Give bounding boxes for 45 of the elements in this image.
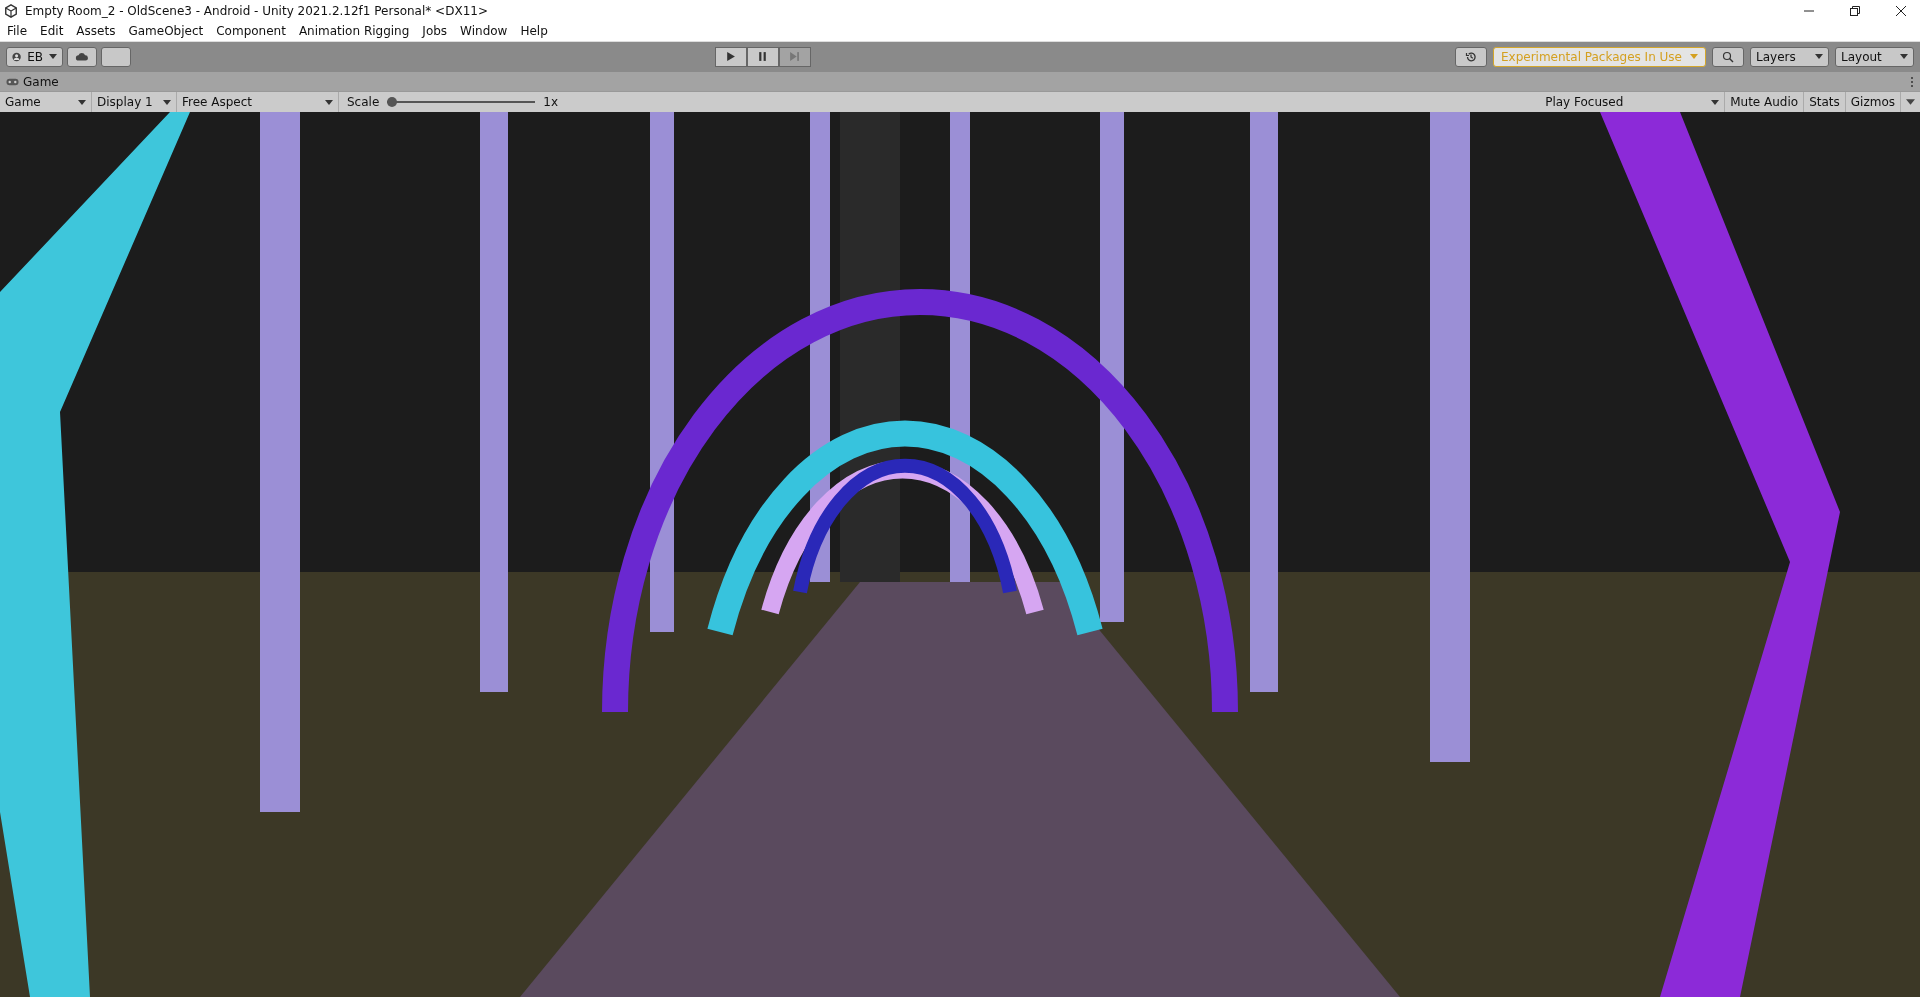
play-button[interactable]: [715, 47, 747, 67]
search-icon: [1722, 51, 1734, 63]
account-dropdown[interactable]: EB: [6, 47, 63, 67]
caret-icon: [1690, 54, 1698, 60]
menu-item[interactable]: Help: [520, 24, 548, 39]
menu-item[interactable]: File: [7, 24, 28, 39]
scale-slider[interactable]: [387, 96, 536, 109]
step-icon: [789, 51, 801, 63]
menu-item[interactable]: Jobs: [422, 24, 448, 39]
menu-item[interactable]: Animation Rigging: [298, 24, 410, 39]
more-options-icon[interactable]: [1910, 75, 1914, 88]
menu-item[interactable]: Window: [460, 24, 508, 39]
pause-button[interactable]: [747, 47, 779, 67]
scale-label: Scale: [347, 95, 380, 110]
restore-icon[interactable]: [1850, 5, 1860, 16]
user-icon: [12, 51, 22, 63]
caret-icon: [78, 99, 86, 105]
caret-icon[interactable]: [1906, 98, 1915, 106]
history-icon: [1464, 51, 1477, 63]
layout-dropdown[interactable]: Layout: [1835, 47, 1914, 67]
caret-icon: [163, 99, 171, 105]
caret-icon: [325, 99, 333, 105]
pause-icon: [757, 51, 769, 63]
caret-icon: [1815, 54, 1823, 60]
menu-item[interactable]: Component: [216, 24, 286, 39]
scale-value: 1x: [543, 95, 559, 110]
cloud-button[interactable]: [67, 47, 97, 67]
gamepad-icon: [6, 77, 19, 86]
close-icon[interactable]: [1896, 5, 1906, 16]
history-button[interactable]: [1454, 47, 1487, 67]
unity-logo-icon: [4, 3, 18, 18]
layers-dropdown[interactable]: Layers: [1750, 47, 1829, 67]
menu-item[interactable]: Assets: [76, 24, 116, 39]
menu-item[interactable]: GameObject: [128, 24, 204, 39]
caret-icon: [49, 54, 57, 60]
menu-item[interactable]: Edit: [40, 24, 64, 39]
game-tab[interactable]: Game: [6, 74, 59, 89]
caret-icon: [1711, 99, 1720, 105]
blank-button[interactable]: [101, 47, 131, 67]
cloud-icon: [75, 52, 89, 62]
play-icon: [725, 51, 737, 63]
search-button[interactable]: [1712, 47, 1744, 67]
slider-thumb[interactable]: [387, 97, 398, 108]
window-title: Empty Room_2 - OldScene3 - Android - Unity 2021.2.12f1 Personal* <DX11>: [25, 3, 488, 18]
caret-icon: [1900, 54, 1908, 60]
